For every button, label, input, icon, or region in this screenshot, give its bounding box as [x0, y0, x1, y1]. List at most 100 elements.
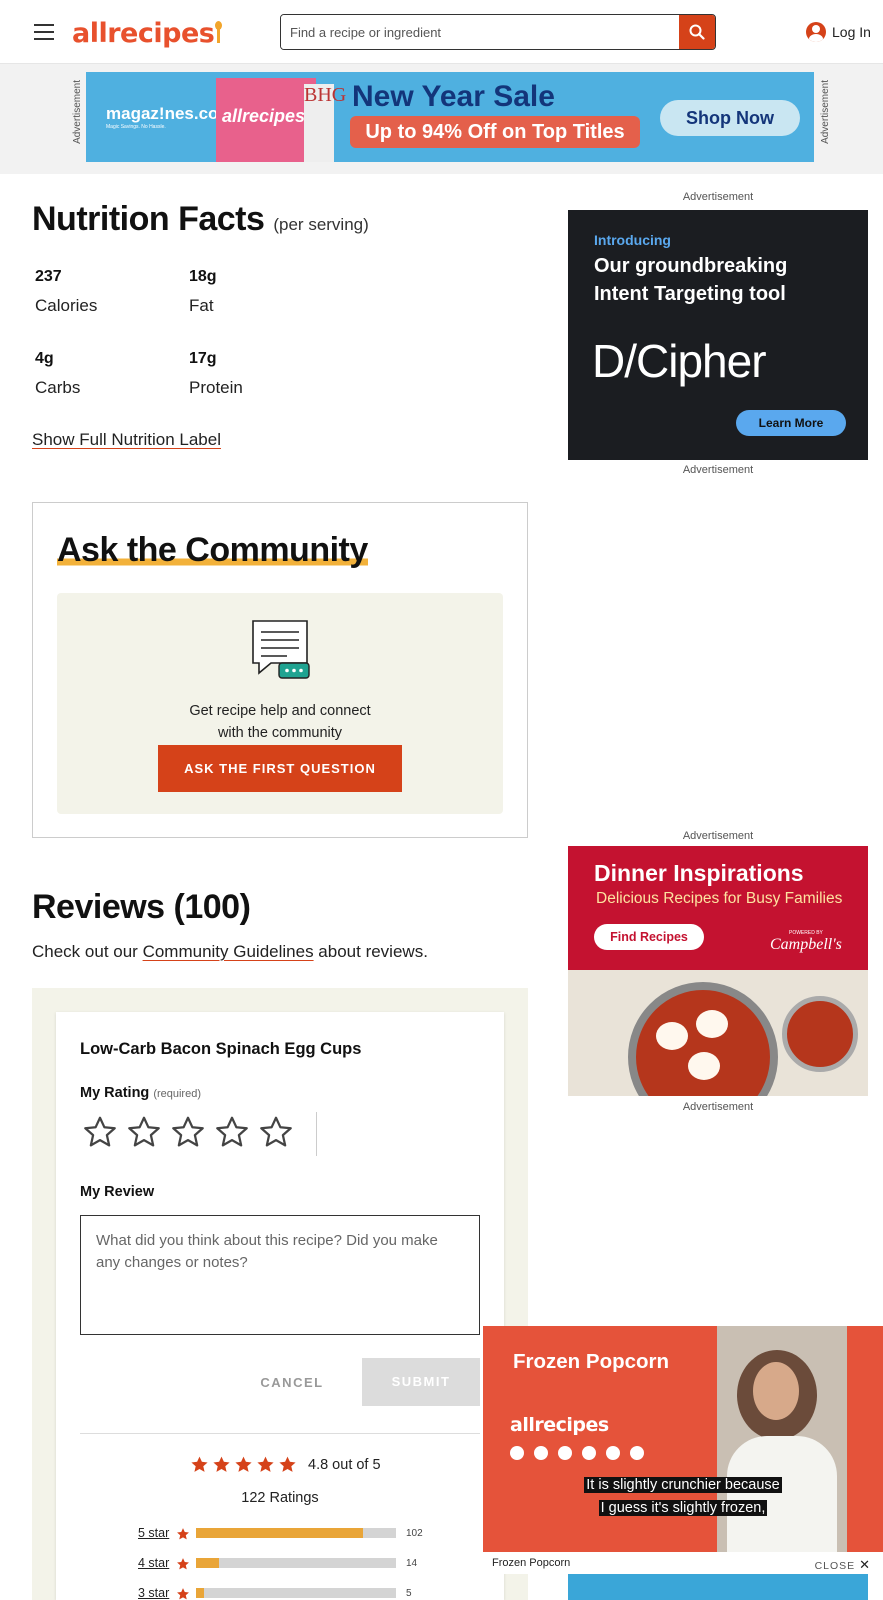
average-rating-text: 4.8 out of 5: [308, 1456, 381, 1473]
caption-line: It is slightly crunchier because: [584, 1477, 782, 1493]
video-bar-title: Frozen Popcorn: [492, 1557, 571, 1569]
rating-breakdown-row: 5 star 102: [138, 1525, 423, 1541]
video-captions: It is slightly crunchier because I guess…: [483, 1474, 883, 1520]
rating-star-input: [82, 1114, 302, 1150]
caption-line: I guess it's slightly frozen,: [598, 1500, 768, 1516]
menu-icon[interactable]: [34, 24, 54, 40]
review-textarea[interactable]: [80, 1215, 480, 1335]
youtube-icon[interactable]: [510, 1446, 524, 1460]
rating-count: 5: [406, 1587, 412, 1599]
egg-image: [656, 1022, 688, 1050]
rating-bar-fill: [196, 1558, 219, 1568]
pinterest-icon[interactable]: [630, 1446, 644, 1460]
ask-first-question-button[interactable]: ASK THE FIRST QUESTION: [158, 745, 402, 792]
star-level-link[interactable]: 5 star: [138, 1526, 172, 1540]
rating-bar-fill: [196, 1588, 205, 1598]
instagram-icon[interactable]: [558, 1446, 572, 1460]
search-input[interactable]: [281, 15, 681, 49]
star-outline-icon[interactable]: [170, 1114, 206, 1150]
ad-brand: D/Cipher: [592, 335, 767, 387]
star-level-link[interactable]: 3 star: [138, 1586, 172, 1600]
magazines-banner-ad[interactable]: magaz!nes.com Magic Savings. No Hassle. …: [86, 72, 814, 162]
nutrition-label: Calories: [35, 296, 98, 315]
close-label: CLOSE: [814, 1560, 856, 1572]
rating-bar: [196, 1528, 396, 1538]
my-rating-text: My Rating: [80, 1085, 150, 1101]
close-video-button[interactable]: CLOSE ✕: [815, 1557, 871, 1573]
star-filled-icon: [177, 1528, 189, 1540]
ad-brand-text: Campbell's: [770, 936, 842, 953]
divider: [80, 1433, 480, 1434]
star-filled-icon: [257, 1456, 274, 1472]
cancel-button[interactable]: CANCEL: [242, 1360, 342, 1406]
learn-more-button[interactable]: Learn More: [736, 410, 846, 436]
ad-side-label-right: Advertisement: [820, 80, 831, 144]
advertisement-label: Advertisement: [682, 830, 754, 842]
login-link[interactable]: Log In: [806, 22, 871, 42]
ad-subline: Up to 94% Off on Top Titles: [350, 116, 640, 148]
magazine-cover-title: allrecipes: [222, 106, 306, 126]
star-outline-icon[interactable]: [126, 1114, 162, 1150]
star-outline-icon[interactable]: [258, 1114, 294, 1150]
reviews-title: Reviews (100): [32, 888, 251, 926]
find-recipes-button[interactable]: Find Recipes: [594, 924, 704, 950]
community-panel: Get recipe help and connect with the com…: [57, 593, 503, 814]
community-title: Ask the Community: [57, 531, 368, 570]
ad-brand: POWERED BY Campbell's: [770, 930, 842, 954]
rating-count: 102: [406, 1527, 423, 1539]
star-outline-icon[interactable]: [214, 1114, 250, 1150]
nutrition-value: 237: [35, 268, 62, 285]
video-player[interactable]: Frozen Popcorn allrecipes It is slightly…: [483, 1326, 883, 1574]
guide-prefix: Check out our: [32, 942, 143, 961]
partial-ad-below-video: [568, 1574, 868, 1600]
spoon-icon: [215, 21, 223, 43]
star-outline-icon[interactable]: [82, 1114, 118, 1150]
ad-headline-line: Intent Targeting tool: [594, 283, 786, 305]
rating-bar: [196, 1558, 396, 1568]
presenter-face: [753, 1362, 799, 1420]
campbells-ad[interactable]: Dinner Inspirations Delicious Recipes fo…: [568, 846, 868, 1096]
x-icon[interactable]: [606, 1446, 620, 1460]
rating-breakdown-row: 3 star 5: [138, 1585, 412, 1600]
community-text-line: with the community: [217, 725, 343, 741]
social-icons: [510, 1446, 654, 1460]
advertisement-label: Advertisement: [682, 464, 754, 476]
reviews-guidelines-text: Check out our Community Guidelines about…: [32, 942, 428, 962]
star-filled-icon: [191, 1456, 208, 1472]
submit-button[interactable]: SUBMIT: [362, 1358, 480, 1406]
egg-image: [696, 1010, 728, 1038]
nutrition-protein: 17g Protein: [189, 350, 243, 398]
rating-breakdown-row: 4 star 14: [138, 1555, 417, 1571]
average-rating: 4.8 out of 5: [190, 1455, 381, 1474]
tiktok-icon[interactable]: [534, 1446, 548, 1460]
star-filled-icon: [235, 1456, 252, 1472]
show-full-nutrition-link[interactable]: Show Full Nutrition Label: [32, 430, 221, 450]
rating-bar-fill: [196, 1528, 364, 1538]
community-guidelines-link[interactable]: Community Guidelines: [143, 942, 314, 961]
star-level-link[interactable]: 4 star: [138, 1556, 172, 1570]
search-button[interactable]: [679, 15, 715, 49]
nutrition-label: Carbs: [35, 378, 81, 397]
ad-headline: New Year Sale: [352, 80, 555, 113]
ask-community-section: Ask the Community Get recipe help and co…: [32, 502, 528, 838]
nutrition-value: 4g: [35, 350, 54, 367]
video-title: Frozen Popcorn: [513, 1350, 670, 1373]
star-filled-icon: [177, 1588, 189, 1600]
guide-suffix: about reviews.: [313, 942, 428, 961]
nutrition-fat: 18g Fat: [189, 268, 217, 316]
ad-subline: Delicious Recipes for Busy Families: [596, 890, 843, 907]
star-filled-icon: [213, 1456, 230, 1472]
advertisement-label: Advertisement: [682, 191, 754, 203]
facebook-icon[interactable]: [582, 1446, 596, 1460]
dcipher-ad[interactable]: Introducing Our groundbreaking Intent Ta…: [568, 210, 868, 460]
ad-headline: Dinner Inspirations: [594, 860, 804, 886]
nutrition-label: Protein: [189, 378, 243, 397]
nutrition-title-text: Nutrition Facts: [32, 200, 265, 238]
review-recipe-name: Low-Carb Bacon Spinach Egg Cups: [80, 1040, 362, 1058]
rating-count: 14: [406, 1557, 418, 1569]
site-logo[interactable]: allrecipes: [72, 18, 223, 49]
rating-bar: [196, 1588, 396, 1598]
ad-headline-line: Our groundbreaking: [594, 255, 788, 277]
shop-now-button[interactable]: Shop Now: [660, 100, 800, 136]
ad-brand-tagline: Magic Savings. No Hassle.: [106, 124, 166, 130]
